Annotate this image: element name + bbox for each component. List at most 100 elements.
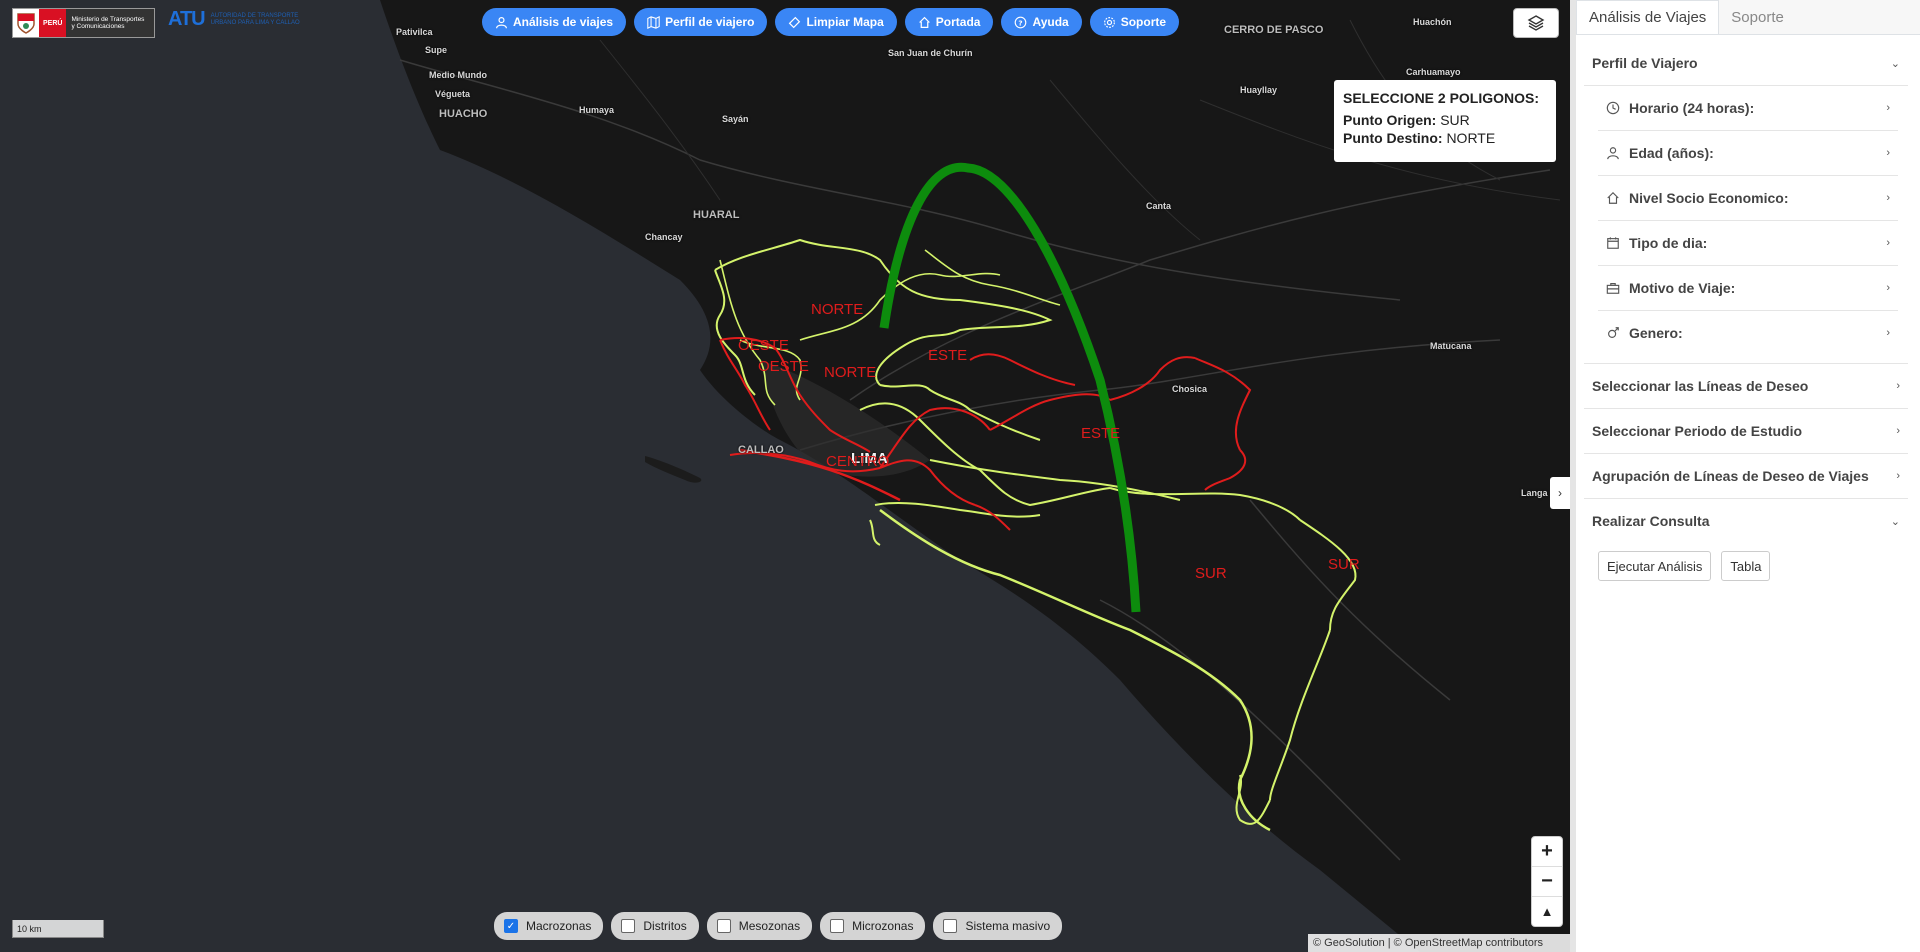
chevron-right-icon: › (1896, 425, 1900, 437)
atu-mark: ATU (168, 8, 206, 30)
info-title: SELECCIONE 2 POLIGONOS: (1343, 90, 1540, 106)
chevron-down-icon: ⌄ (1890, 57, 1900, 70)
gender-icon (1608, 327, 1619, 338)
filter-motivo-viaje[interactable]: Motivo de Viaje: › (1598, 266, 1898, 311)
origin-value: SUR (1440, 112, 1470, 128)
filter-label: Nivel Socio Economico: (1629, 190, 1789, 206)
layers-icon (1527, 15, 1545, 31)
perfil-viajero-button[interactable]: Perfil de viajero (634, 8, 768, 36)
accordion-agrupacion-lineas[interactable]: Agrupación de Líneas de Deseo de Viajes … (1584, 454, 1908, 499)
accordion-title: Seleccionar Periodo de Estudio (1592, 423, 1803, 439)
reset-north-button[interactable]: ▲ (1532, 897, 1562, 926)
chevron-right-icon: › (1886, 147, 1890, 159)
button-label: Soporte (1120, 15, 1167, 29)
zone-label: OESTE (738, 337, 789, 354)
scale-bar: 10 km (12, 920, 104, 938)
place-label: Humaya (579, 105, 615, 115)
user-icon (496, 16, 507, 28)
clock-icon (1606, 101, 1620, 115)
home-icon (1607, 191, 1619, 204)
selection-info-box: SELECCIONE 2 POLIGONOS: Punto Origen: SU… (1334, 80, 1556, 162)
tab-analisis-viajes[interactable]: Análisis de Viajes (1576, 0, 1720, 34)
checkbox-icon[interactable] (943, 919, 958, 933)
place-label: Carhuamayo (1406, 67, 1461, 77)
ministry-label: Ministerio de Transportes y Comunicacion… (66, 9, 155, 37)
map-icon (647, 15, 660, 29)
tab-soporte[interactable]: Soporte (1719, 0, 1796, 34)
soporte-button[interactable]: Soporte (1089, 8, 1180, 36)
checkbox-icon[interactable] (716, 919, 731, 933)
zone-label: NORTE (811, 301, 864, 318)
place-label: Pativilca (396, 27, 433, 37)
chevron-right-icon: › (1896, 380, 1900, 392)
filter-nivel-socio-economico[interactable]: Nivel Socio Economico: › (1598, 176, 1898, 221)
map-attribution[interactable]: © GeoSolution | © OpenStreetMap contribu… (1308, 934, 1570, 952)
checkbox-icon[interactable] (621, 919, 636, 933)
button-label: Ayuda (1032, 15, 1069, 29)
destination-label: Punto Destino: (1343, 130, 1443, 146)
limpiar-mapa-button[interactable]: Limpiar Mapa (775, 8, 897, 36)
eraser-icon (789, 16, 801, 28)
accordion-title: Seleccionar las Líneas de Deseo (1592, 378, 1809, 394)
toggle-distritos[interactable]: Distritos (611, 912, 699, 940)
coat-of-arms-icon (13, 10, 39, 36)
toggle-label: Distritos (643, 919, 687, 933)
toggle-sistema-masivo[interactable]: Sistema masivo (933, 912, 1063, 940)
place-label: Huayllay (1240, 85, 1278, 95)
toggle-mesozonas[interactable]: Mesozonas (706, 912, 813, 940)
peru-label: PERÚ (39, 9, 67, 37)
place-label: Végueta (435, 89, 471, 99)
accordion-title: Perfil de Viajero (1592, 55, 1698, 71)
zoom-out-button[interactable]: − (1532, 867, 1562, 897)
zone-label: OESTE (758, 358, 809, 375)
zone-label: SUR (1328, 556, 1360, 573)
svg-text:?: ? (1019, 18, 1023, 27)
filter-label: Edad (años): (1629, 145, 1714, 161)
button-label: Limpiar Mapa (806, 15, 884, 29)
filter-genero[interactable]: Genero: › (1598, 311, 1898, 355)
help-icon: ? (1015, 16, 1027, 28)
filter-edad[interactable]: Edad (años): › (1598, 131, 1898, 176)
ejecutar-analisis-button[interactable]: Ejecutar Análisis (1598, 551, 1712, 581)
zone-label: ESTE (928, 347, 968, 364)
toggle-label: Sistema masivo (965, 919, 1051, 933)
origin-label: Punto Origen: (1343, 112, 1437, 128)
accordion-perfil-viajero[interactable]: Perfil de Viajero ⌄ (1584, 41, 1908, 86)
analisis-viajes-button[interactable]: Análisis de viajes (482, 8, 627, 36)
briefcase-icon (1606, 283, 1620, 294)
chevron-down-icon: ⌄ (1890, 515, 1900, 528)
destination-row: Punto Destino: NORTE (1343, 130, 1547, 146)
button-label: Perfil de viajero (665, 15, 755, 29)
filter-tipo-dia[interactable]: Tipo de dia: › (1598, 221, 1898, 266)
filter-horario[interactable]: Horario (24 horas): › (1598, 86, 1898, 131)
accordion-periodo-estudio[interactable]: Seleccionar Periodo de Estudio › (1584, 409, 1908, 454)
layers-button[interactable] (1513, 8, 1559, 38)
toggle-microzonas[interactable]: Microzonas (820, 912, 926, 940)
sidebar: Análisis de Viajes Soporte Perfil de Via… (1570, 0, 1920, 952)
checkbox-checked-icon[interactable]: ✓ (504, 919, 518, 933)
consulta-buttons: Ejecutar Análisis Tabla (1598, 551, 1920, 581)
zone-label: NORTE (824, 364, 877, 381)
place-label: Supe (425, 45, 448, 55)
toggle-macrozonas[interactable]: ✓ Macrozonas (494, 912, 604, 940)
accordion-lineas-deseo[interactable]: Seleccionar las Líneas de Deseo › (1584, 364, 1908, 409)
person-icon (1607, 147, 1619, 160)
accordion-realizar-consulta[interactable]: Realizar Consulta ⌄ (1584, 499, 1908, 543)
filter-label: Motivo de Viaje: (1629, 280, 1736, 296)
atu-logo: ATU AUTORIDAD DE TRANSPORTE URBANO PARA … (168, 8, 321, 31)
toggle-label: Macrozonas (526, 919, 592, 933)
chevron-right-icon: › (1886, 327, 1890, 339)
zone-label: SUR (1195, 565, 1227, 582)
zoom-in-button[interactable]: + (1532, 837, 1562, 867)
zoom-control: + − ▲ (1531, 836, 1563, 927)
destination-value: NORTE (1446, 130, 1496, 146)
tabla-button[interactable]: Tabla (1721, 551, 1771, 581)
place-label: CERRO DE PASCO (1224, 24, 1324, 36)
collapse-sidebar-button[interactable]: › (1550, 477, 1570, 509)
ayuda-button[interactable]: ? Ayuda (1001, 8, 1082, 36)
checkbox-icon[interactable] (830, 919, 845, 933)
map-canvas[interactable]: Pativilca Supe Medio Mundo Végueta HUACH… (0, 0, 1570, 952)
place-label: Chancay (645, 232, 683, 242)
portada-button[interactable]: Portada (904, 8, 994, 36)
layer-toggle-bar: ✓ Macrozonas Distritos Mesozonas Microzon… (494, 912, 1063, 940)
